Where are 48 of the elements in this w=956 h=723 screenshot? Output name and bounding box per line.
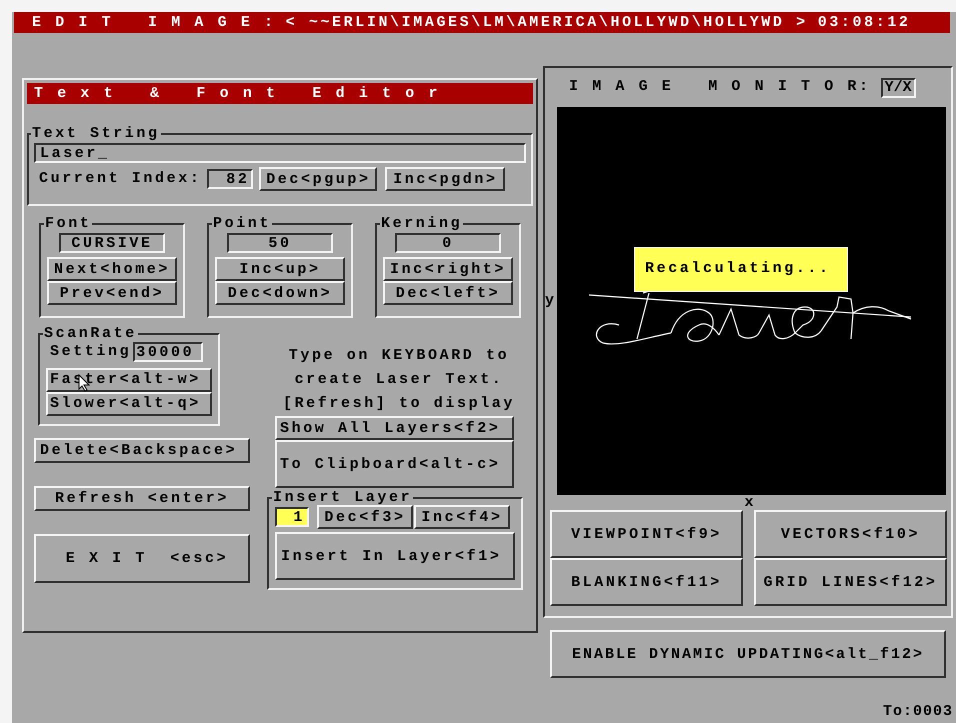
key-button[interactable]: VIEWPOINT<f9> — [550, 510, 743, 558]
key-button[interactable]: To Clipboard<alt-c> — [275, 440, 514, 488]
key-button[interactable]: Dec<left> — [383, 281, 513, 305]
instruction-text: Type on KEYBOARD to create Laser Text. [Refresh] to display — [282, 346, 516, 414]
group-label: Font — [44, 216, 92, 231]
exit-button[interactable]: E X I T <esc> — [34, 534, 250, 583]
group-label: ScanRate — [43, 326, 138, 341]
key-button[interactable]: Delete<Backspace> — [34, 438, 250, 463]
key-button[interactable]: Insert In Layer<f1> — [275, 532, 515, 580]
panel-title: T e x t & F o n t E d i t o r — [27, 83, 533, 104]
key-button[interactable]: Slower<alt-q> — [46, 392, 212, 416]
key-button[interactable]: GRID LINES<f12> — [754, 558, 947, 606]
y-axis-label: y — [545, 290, 556, 311]
value-field[interactable]: 50 — [227, 233, 333, 253]
group-label: Point — [212, 216, 272, 231]
index-label: Current Index: — [39, 168, 202, 189]
key-button[interactable]: VECTORS<f10> — [754, 510, 947, 558]
key-button[interactable]: Dec<down> — [215, 281, 345, 305]
key-button[interactable]: Inc<right> — [383, 257, 513, 281]
group-label: Kerning — [380, 216, 464, 231]
key-button[interactable]: Refresh <enter> — [34, 486, 250, 511]
key-button[interactable]: BLANKING<f11> — [550, 558, 743, 606]
key-button[interactable]: Inc<up> — [215, 257, 345, 281]
group-label: Text String — [31, 126, 161, 141]
title-text: E D I T I M A G E : — [32, 15, 276, 30]
file-path: < ~~ERLIN\IMAGES\LM\AMERICA\HOLLYWD\HOLLYWD > — [286, 15, 808, 30]
setting-label: Setting — [50, 342, 132, 362]
x-axis-label: x — [744, 495, 754, 510]
value-field[interactable]: CURSIVE — [59, 233, 165, 253]
value-field[interactable]: 0 — [395, 233, 501, 253]
key-button[interactable]: Next<home> — [47, 257, 177, 281]
key-button[interactable]: Inc<pgdn> — [385, 167, 506, 191]
key-button[interactable]: Show All Layers<f2> — [275, 416, 514, 440]
group-label: Insert Layer — [272, 490, 414, 505]
key-button[interactable]: Inc<f4> — [414, 505, 510, 529]
value-field[interactable]: 82 — [207, 169, 254, 189]
monitor-title: I M A G E M O N I T O R: — [569, 77, 871, 98]
key-button[interactable]: Dec<f3> — [317, 505, 413, 529]
clock-text: 03:08:12 — [818, 15, 911, 30]
recalculating-popup: Recalculating... — [634, 247, 848, 292]
status-text: To:0003 — [882, 704, 953, 719]
key-button[interactable]: Prev<end> — [47, 281, 177, 305]
value-field[interactable]: Laser_ — [34, 143, 526, 163]
key-button[interactable]: ENABLE DYNAMIC UPDATING<alt_f12> — [550, 630, 946, 678]
axis-mode-field[interactable]: Y/X — [880, 78, 916, 98]
value-field[interactable]: 30000 — [133, 342, 204, 362]
key-button[interactable]: Dec<pgup> — [259, 167, 378, 191]
value-field[interactable]: 1 — [275, 507, 309, 527]
